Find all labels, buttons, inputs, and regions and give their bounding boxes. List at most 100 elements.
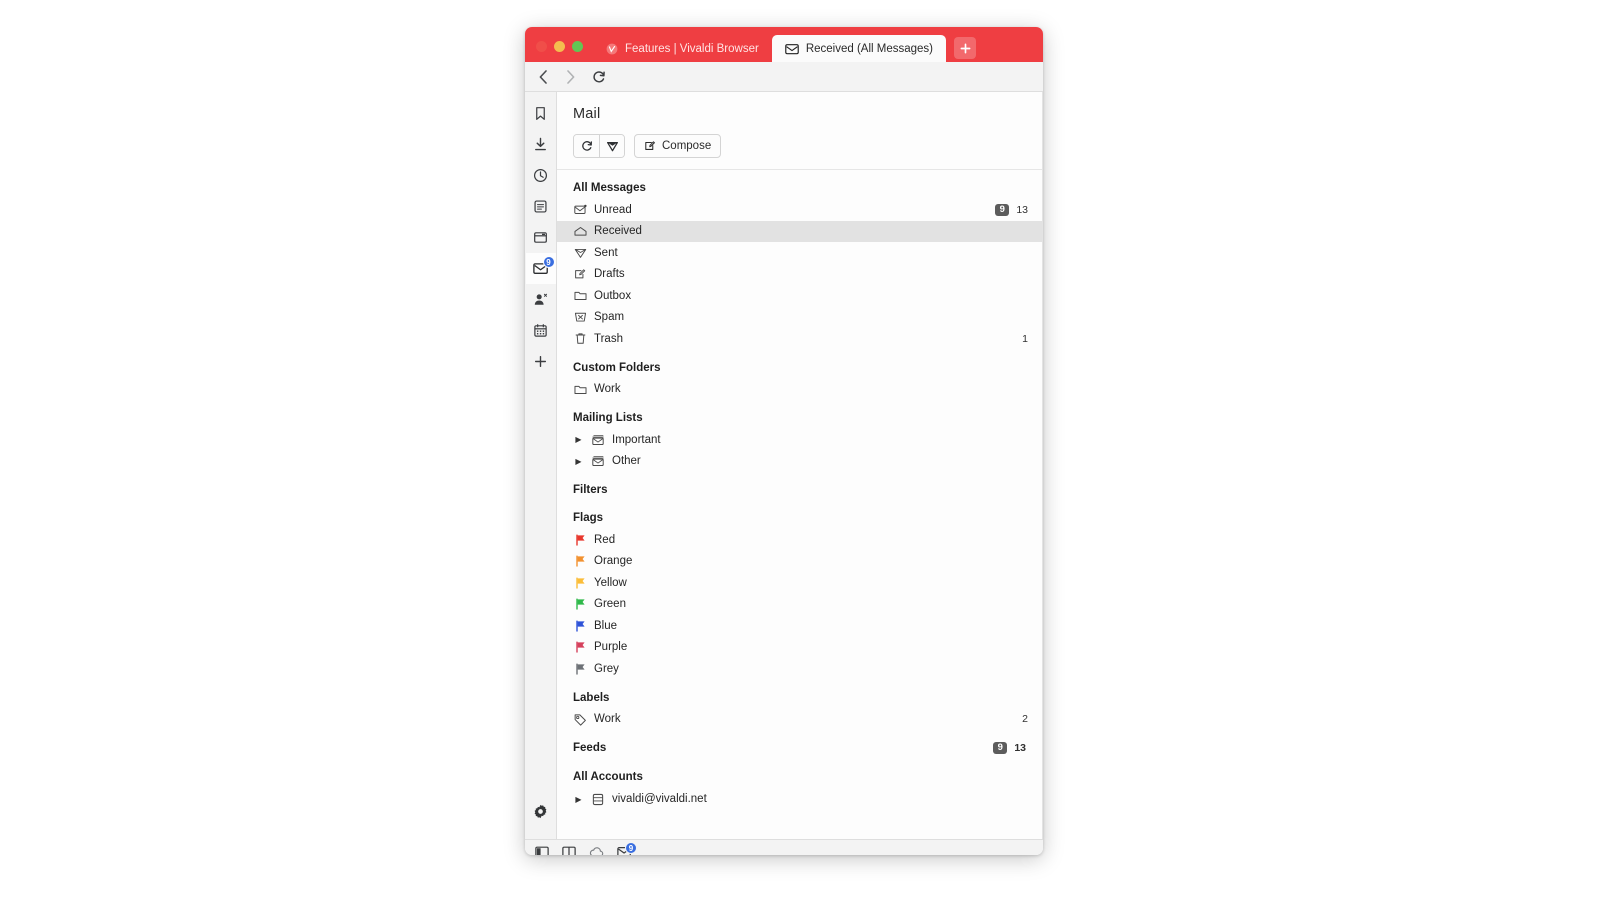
mark-as-read-button[interactable] [599, 135, 624, 157]
new-tab-button[interactable] [954, 37, 976, 59]
window-icon [534, 232, 547, 243]
section-header-mailing-lists: Mailing Lists [557, 400, 1042, 429]
sync-button[interactable] [589, 846, 604, 855]
expand-triangle-icon[interactable]: ▶ [573, 457, 584, 466]
close-window-button[interactable] [536, 41, 547, 52]
tiling-button[interactable] [562, 846, 576, 855]
expand-triangle-icon[interactable]: ▶ [573, 435, 584, 444]
contacts-icon [534, 293, 548, 305]
mail-unread-badge: 9 [542, 256, 555, 268]
section-header-custom-folders: Custom Folders [557, 350, 1042, 379]
draft-pencil-icon [573, 268, 587, 280]
mail-unread-badge: 9 [625, 841, 637, 854]
calendar-icon [534, 324, 547, 337]
reload-button[interactable] [592, 70, 606, 84]
sidebar-item-bookmarks[interactable] [526, 98, 556, 129]
navigation-toolbar [525, 62, 1043, 92]
flag-row-purple[interactable]: Purple [557, 637, 1042, 659]
mail-panel: Mail Compose All Messages Unread 9 13 Re… [557, 92, 1043, 839]
minimize-window-button[interactable] [554, 41, 565, 52]
mailing-list-row-other[interactable]: ▶ Other [557, 451, 1042, 473]
total-count: 1 [1022, 332, 1028, 345]
sidebar-item-windows[interactable] [526, 222, 556, 253]
back-button[interactable] [538, 69, 549, 84]
zoom-window-button[interactable] [572, 41, 583, 52]
folder-row-unread[interactable]: Unread 9 13 [557, 199, 1042, 221]
panel-rail: 9 [525, 92, 557, 839]
settings-button[interactable] [526, 796, 556, 827]
folder-label: Sent [594, 246, 618, 259]
gear-icon [534, 804, 547, 819]
folder-row-drafts[interactable]: Drafts [557, 264, 1042, 286]
label-counts: 2 [1022, 713, 1028, 725]
flag-label: Purple [594, 641, 628, 654]
bookmark-icon [536, 107, 545, 120]
flag-label: Blue [594, 619, 618, 632]
tag-icon [573, 713, 587, 726]
folder-row-outbox[interactable]: Outbox [557, 285, 1042, 307]
section-title: Filters [573, 484, 608, 496]
account-db-icon [591, 793, 605, 806]
plus-icon [534, 355, 547, 368]
panel-toggle-icon [535, 846, 549, 855]
section-header-feeds[interactable]: Feeds 9 13 [557, 730, 1042, 759]
sidebar-item-calendar[interactable] [526, 315, 556, 346]
flag-row-grey[interactable]: Grey [557, 658, 1042, 680]
folder-row-spam[interactable]: Spam [557, 307, 1042, 329]
section-header-all-accounts: All Accounts [557, 759, 1042, 788]
folder-label: Work [594, 383, 621, 396]
section-title: Flags [573, 512, 604, 524]
spam-icon [573, 311, 587, 323]
window-body: 9 Mail Compose All Messages Unread 9 13 … [525, 92, 1043, 839]
compose-button[interactable]: Compose [634, 134, 722, 158]
section-title: All Accounts [573, 771, 643, 784]
reload-icon [581, 141, 592, 151]
sidebar-item-downloads[interactable] [526, 129, 556, 160]
folder-row-work-custom[interactable]: Work [557, 379, 1042, 401]
unread-badge: 9 [995, 203, 1010, 216]
folder-row-trash[interactable]: Trash 1 [557, 328, 1042, 350]
section-title: Mailing Lists [573, 412, 643, 424]
sidebar-item-history[interactable] [526, 160, 556, 191]
folder-row-sent[interactable]: Sent [557, 242, 1042, 264]
sidebar-item-mail[interactable]: 9 [525, 253, 556, 284]
tab-received-all-messages[interactable]: Received (All Messages) [771, 35, 946, 62]
chevron-left-icon [539, 69, 547, 84]
folder-icon [573, 290, 587, 301]
forward-button[interactable] [565, 69, 576, 84]
sidebar-item-add-panel[interactable] [526, 346, 556, 377]
account-row-vivaldi[interactable]: ▶ vivaldi@vivaldi.net [557, 788, 1042, 810]
flag-row-yellow[interactable]: Yellow [557, 572, 1042, 594]
folder-label: Trash [594, 332, 623, 345]
section-header-all-messages: All Messages [557, 170, 1042, 199]
flag-row-orange[interactable]: Orange [557, 551, 1042, 573]
flag-icon [573, 641, 587, 653]
mail-folder-tree[interactable]: All Messages Unread 9 13 Received Sent D… [557, 170, 1042, 839]
flag-icon [573, 598, 587, 610]
mailing-list-icon [591, 455, 605, 467]
folder-counts: 9 13 [995, 203, 1028, 216]
chevron-right-icon [567, 69, 575, 84]
label-row-work[interactable]: Work 2 [557, 709, 1042, 731]
flag-row-red[interactable]: Red [557, 529, 1042, 551]
expand-triangle-icon[interactable]: ▶ [573, 795, 584, 804]
flag-label: Red [594, 533, 616, 546]
status-bar: 9 [525, 839, 1043, 855]
flag-row-blue[interactable]: Blue [557, 615, 1042, 637]
flag-row-green[interactable]: Green [557, 594, 1042, 616]
tile-icon [562, 846, 576, 855]
refresh-mail-button[interactable] [574, 135, 599, 157]
sidebar-item-notes[interactable] [526, 191, 556, 222]
tab-features-vivaldi-browser[interactable]: Features | Vivaldi Browser [593, 35, 772, 62]
cloud-icon [589, 846, 604, 855]
sidebar-item-contacts[interactable] [526, 284, 556, 315]
panel-toggle-button[interactable] [535, 846, 549, 855]
notes-icon [534, 200, 547, 213]
mailing-list-row-important[interactable]: ▶ Important [557, 429, 1042, 451]
unread-badge: 9 [993, 742, 1008, 755]
folder-row-received[interactable]: Received [557, 220, 1042, 242]
section-header-filters: Filters [557, 472, 1042, 501]
mail-status-button[interactable]: 9 [617, 841, 637, 855]
folder-label: Unread [594, 203, 632, 216]
tab-title: Received (All Messages) [805, 42, 933, 55]
